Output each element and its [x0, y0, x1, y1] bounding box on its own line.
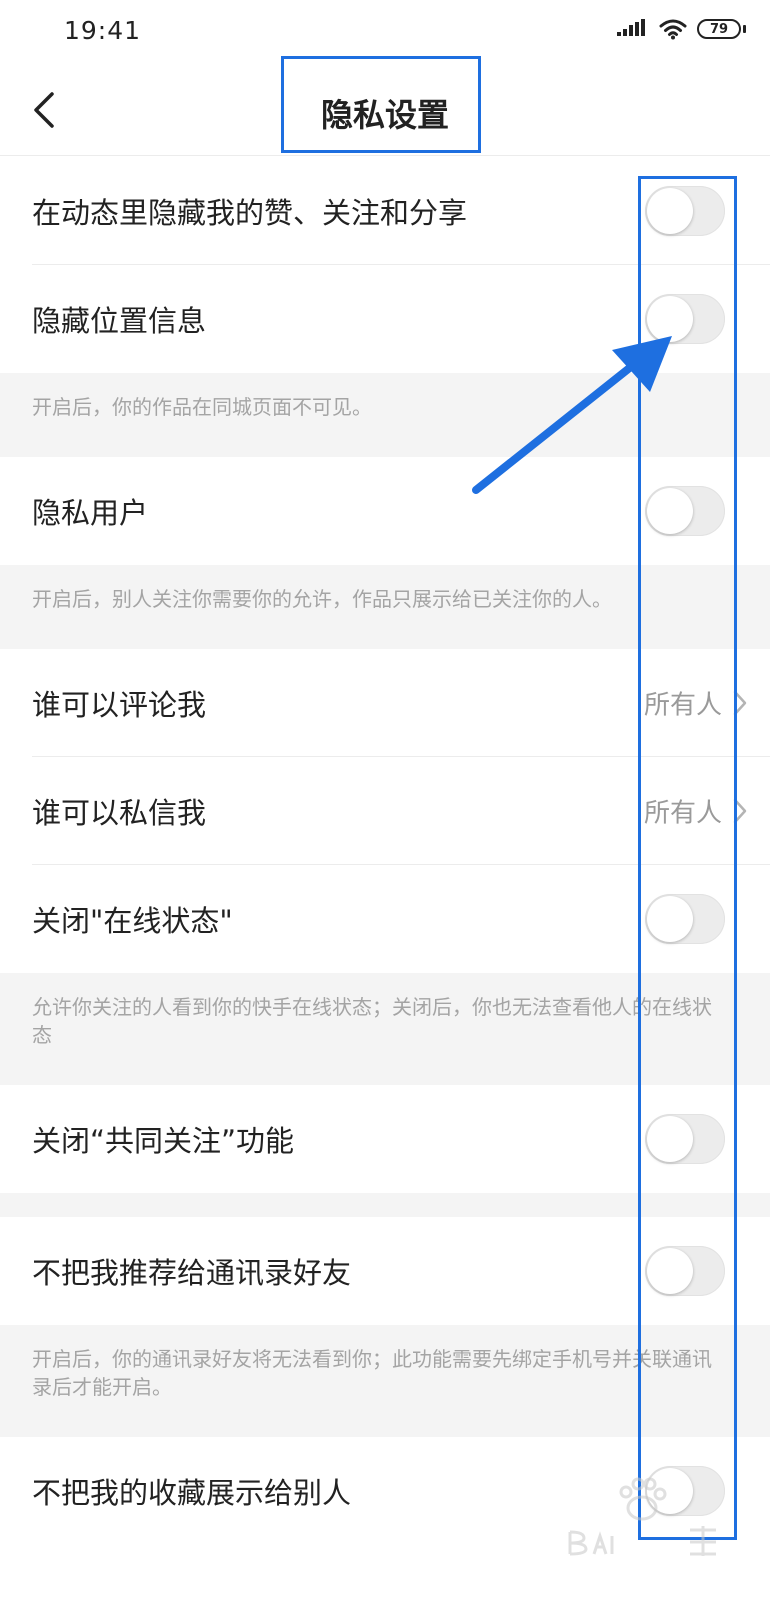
setting-label: 不把我的收藏展示给别人 — [32, 1476, 352, 1510]
setting-label: 隐藏位置信息 — [32, 304, 207, 338]
title-annotation-box — [281, 56, 481, 153]
setting-label: 不把我推荐给通讯录好友 — [32, 1256, 352, 1290]
note-text: 开启后，别人关注你需要你的允许，作品只展示给已关注你的人。 — [32, 587, 612, 611]
status-icons: 79 — [617, 18, 746, 40]
battery-icon: 79 — [697, 19, 741, 39]
note-text: 允许你关注的人看到你的快手在线状态；关闭后，你也无法查看他人的在线状态 — [32, 995, 712, 1047]
note-text: 开启后，你的通讯录好友将无法看到你；此功能需要先绑定手机号并关联通讯录后才能开启… — [32, 1347, 712, 1399]
baidu-watermark-icon — [568, 1477, 716, 1556]
status-bar: 19:41 79 — [0, 0, 770, 64]
signal-icon — [617, 19, 645, 36]
wifi-icon — [659, 19, 687, 40]
setting-label: 谁可以私信我 — [32, 796, 207, 830]
setting-label: 隐私用户 — [32, 496, 149, 530]
battery-level: 79 — [709, 21, 729, 37]
setting-label: 谁可以评论我 — [32, 688, 207, 722]
battery-tip — [743, 25, 746, 33]
setting-label: 在动态里隐藏我的赞、关注和分享 — [32, 196, 468, 230]
note-text: 开启后，你的作品在同城页面不可见。 — [32, 395, 372, 419]
setting-label: 关闭"在线状态" — [32, 904, 233, 938]
toggle-column-annotation-box — [638, 176, 737, 1540]
setting-label: 关闭“共同关注”功能 — [32, 1124, 295, 1158]
status-time: 19:41 — [64, 16, 142, 45]
